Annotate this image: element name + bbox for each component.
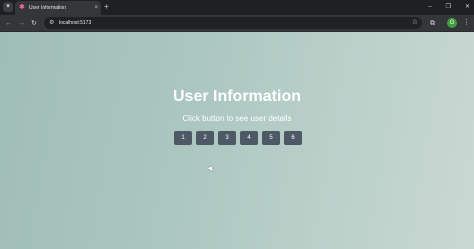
tab-title: User Information (29, 5, 66, 11)
user-button-1[interactable]: 1 (174, 131, 192, 145)
new-tab-button[interactable]: + (104, 3, 109, 11)
site-info-icon[interactable]: ⚙ (49, 19, 54, 27)
react-logo-icon: ✱ (19, 4, 25, 11)
minimize-button[interactable]: – (428, 2, 431, 12)
page-subtitle: Click button to see user details (182, 114, 292, 123)
mouse-cursor-icon (207, 164, 215, 172)
extensions-puzzle-icon[interactable]: ⧉ (430, 19, 435, 28)
more-menu-icon[interactable]: ⋮ (463, 18, 470, 28)
user-button-6[interactable]: 6 (284, 131, 302, 145)
user-button-4[interactable]: 4 (240, 131, 258, 145)
profile-avatar[interactable]: G (447, 18, 457, 28)
close-window-button[interactable]: ✕ (465, 2, 470, 12)
browser-tab[interactable]: ✱ User Information × (15, 1, 101, 15)
user-button-2[interactable]: 2 (196, 131, 214, 145)
browser-window: ▾ ✱ User Information × + – ❐ ✕ ← → ↻ ⚙ l… (0, 0, 474, 249)
window-controls: – ❐ ✕ (428, 2, 470, 12)
user-button-row: 1 2 3 4 5 6 (174, 131, 302, 145)
close-icon[interactable]: × (94, 4, 98, 12)
page-viewport: User Information Click button to see use… (0, 32, 474, 249)
forward-arrow-icon[interactable]: → (18, 19, 25, 28)
back-arrow-icon[interactable]: ← (5, 19, 12, 28)
page-title: User Information (172, 88, 301, 105)
maximize-button[interactable]: ❐ (446, 2, 451, 12)
bookmark-star-icon[interactable]: ☆ (412, 18, 418, 28)
address-bar[interactable]: ⚙ localhost:5173 ☆ (44, 17, 422, 29)
tab-search-button[interactable]: ▾ (3, 2, 13, 12)
user-button-5[interactable]: 5 (262, 131, 280, 145)
user-button-3[interactable]: 3 (218, 131, 236, 145)
tab-strip: ▾ ✱ User Information × + – ❐ ✕ (0, 0, 474, 15)
reload-icon[interactable]: ↻ (31, 19, 37, 28)
url-text[interactable]: localhost:5173 (59, 19, 91, 27)
browser-toolbar: ← → ↻ ⚙ localhost:5173 ☆ ⧉ G ⋮ (0, 15, 474, 32)
